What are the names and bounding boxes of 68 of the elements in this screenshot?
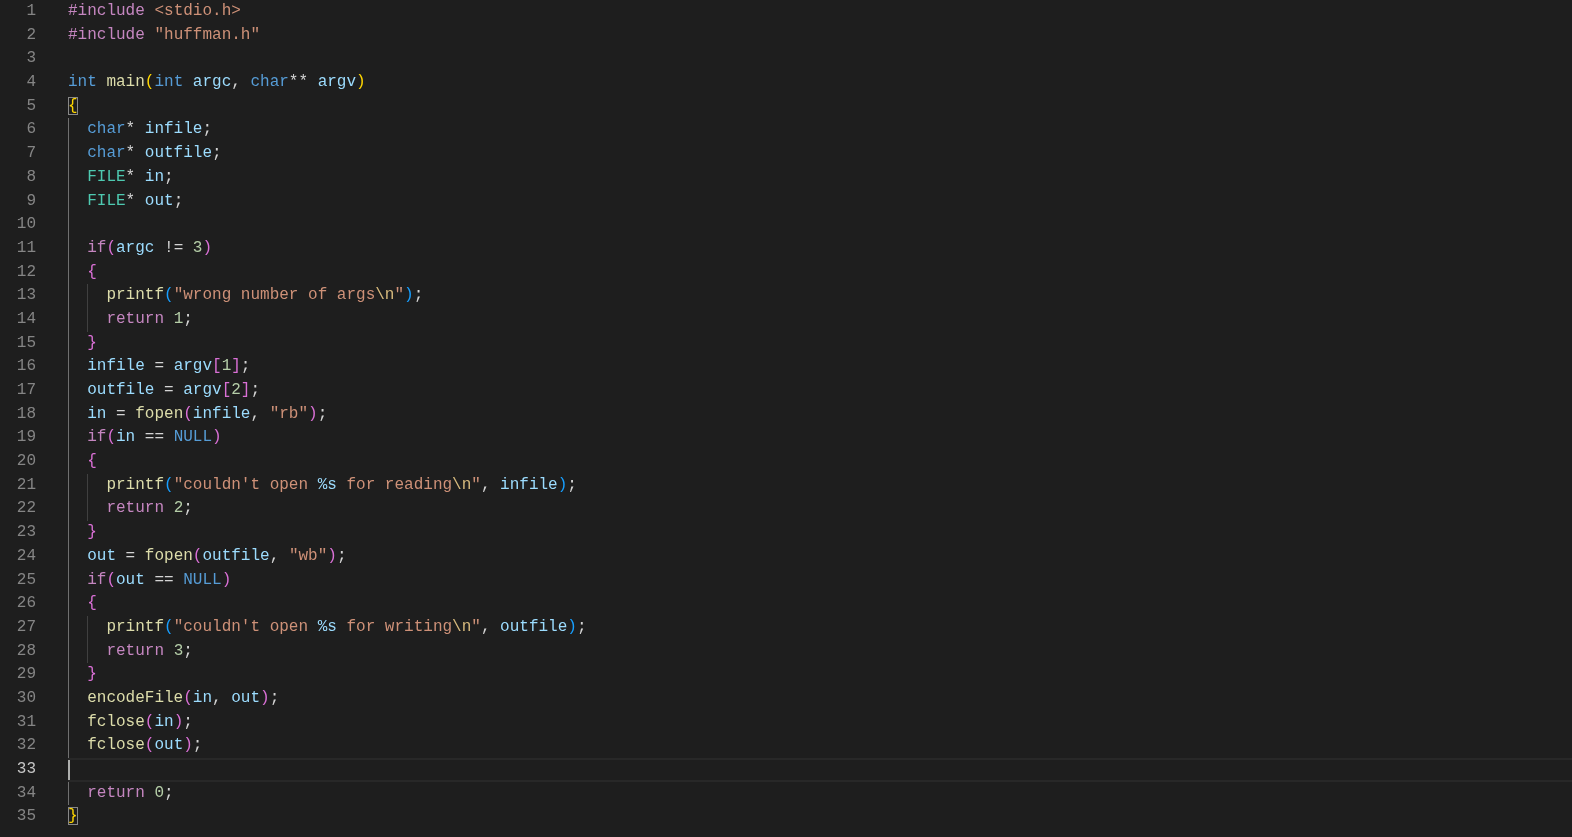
code-line: encodeFile(in, out); <box>87 687 280 709</box>
line-number: 1 <box>25 1 36 22</box>
code-line: infile = argv[1]; <box>87 356 251 378</box>
code-line: if(in == NULL) <box>87 427 222 449</box>
line-number: 10 <box>15 214 36 236</box>
line-number: 29 <box>15 664 36 686</box>
line-number: 20 <box>15 451 36 473</box>
code-line: char* outfile; <box>87 143 222 165</box>
code-line: if(argc != 3) <box>87 237 213 259</box>
code-line: } <box>87 332 97 354</box>
code-line: char* infile; <box>87 119 213 141</box>
code-line: if(out == NULL) <box>87 569 232 591</box>
code-line: out = fopen(outfile, "wb"); <box>87 545 347 567</box>
code-line: } <box>87 664 97 686</box>
line-number: 8 <box>25 166 36 188</box>
code-line: printf("wrong number of args\n"); <box>106 285 424 307</box>
line-number: 11 <box>15 237 36 259</box>
line-number: 9 <box>25 190 36 212</box>
code-line: return 3; <box>106 640 193 662</box>
line-number: 14 <box>15 308 36 330</box>
line-number: 16 <box>15 356 36 378</box>
line-number: 24 <box>15 545 36 567</box>
line-number: 32 <box>15 735 36 757</box>
line-number: 28 <box>15 640 36 662</box>
code-line: { <box>87 451 97 473</box>
line-number: 7 <box>25 143 36 165</box>
line-number: 4 <box>25 72 36 94</box>
line-number: 6 <box>25 119 36 141</box>
code-line: fclose(out); <box>87 735 203 757</box>
code-line: outfile = argv[2]; <box>87 380 261 401</box>
line-number: 19 <box>15 427 36 449</box>
code-line: #include "huffman.h" <box>68 24 261 46</box>
code-line: printf("couldn't open %s for writing\n", outfile); <box>106 616 587 638</box>
code-line: } <box>87 522 97 544</box>
line-number: 15 <box>15 332 36 354</box>
code-line: { <box>87 593 97 615</box>
line-number: 21 <box>15 474 36 496</box>
code-line: FILE* out; <box>87 190 184 212</box>
code-line: #include <stdio.h> <box>68 1 241 22</box>
line-number: 33 <box>15 759 36 780</box>
code-line: return 1; <box>106 308 193 330</box>
line-number: 13 <box>15 285 36 307</box>
code-line: { <box>68 95 78 117</box>
line-number: 26 <box>15 593 36 615</box>
code-line: printf("couldn't open %s for reading\n", infile); <box>106 474 577 496</box>
line-number: 31 <box>15 711 36 733</box>
code-line: } <box>68 806 78 828</box>
line-number: 17 <box>15 380 36 401</box>
code-line: int main(int argc, char** argv) <box>68 72 366 94</box>
line-number: 5 <box>25 95 36 117</box>
code-line: { <box>87 261 97 283</box>
code-line: fclose(in); <box>87 711 193 733</box>
line-number: 12 <box>15 261 36 283</box>
line-number: 25 <box>15 569 36 591</box>
line-number: 3 <box>25 48 36 70</box>
line-number: 18 <box>15 403 36 425</box>
code-line: return 2; <box>106 498 193 520</box>
line-number: 30 <box>15 687 36 709</box>
line-number: 35 <box>15 806 36 828</box>
line-number: 22 <box>15 498 36 520</box>
code-line: return 0; <box>87 782 174 804</box>
line-number: 34 <box>15 782 36 804</box>
line-number: 2 <box>25 24 36 46</box>
code-line: in = fopen(infile, "rb"); <box>87 403 328 425</box>
line-number: 23 <box>15 522 36 544</box>
line-number: 27 <box>15 616 36 638</box>
code-line: FILE* in; <box>87 166 174 188</box>
text-cursor <box>68 760 70 780</box>
